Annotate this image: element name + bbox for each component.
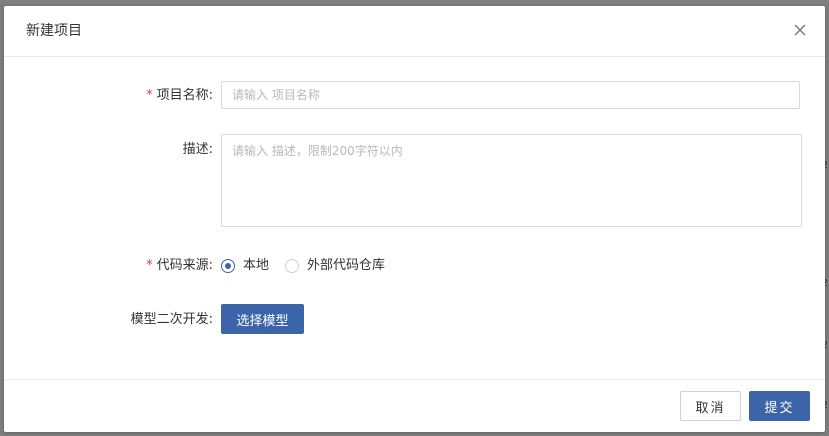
project-name-label-text: 项目名称: bbox=[156, 88, 213, 103]
description-label: 描述: bbox=[182, 142, 213, 157]
radio-unchecked-icon[interactable] bbox=[285, 259, 300, 273]
dialog-header: 新建项目 bbox=[4, 6, 825, 57]
model-dev-label: 模型二次开发: bbox=[130, 312, 213, 327]
code-source-radio-group: 本地 外部代码仓库 bbox=[221, 257, 401, 275]
cancel-button[interactable]: 取消 bbox=[680, 391, 741, 421]
code-source-label: * 代码来源: bbox=[146, 257, 213, 275]
close-icon[interactable] bbox=[793, 23, 807, 37]
radio-label-local: 本地 bbox=[243, 258, 270, 273]
project-name-input[interactable] bbox=[221, 81, 800, 109]
dialog-footer: 取消 提交 bbox=[4, 379, 825, 432]
required-mark: * bbox=[146, 88, 153, 103]
submit-button[interactable]: 提交 bbox=[749, 391, 810, 421]
dialog-title: 新建项目 bbox=[26, 23, 82, 39]
radio-checked-icon[interactable] bbox=[221, 259, 235, 273]
radio-option-external-repo[interactable]: 外部代码仓库 bbox=[285, 257, 385, 275]
select-model-button[interactable]: 选择模型 bbox=[221, 304, 304, 334]
project-name-label: * 项目名称: bbox=[146, 87, 213, 105]
code-source-label-text: 代码来源: bbox=[156, 258, 213, 273]
radio-option-local[interactable]: 本地 bbox=[221, 257, 269, 275]
radio-label-external-repo: 外部代码仓库 bbox=[307, 258, 386, 273]
required-mark: * bbox=[146, 258, 153, 273]
new-project-dialog: 新建项目 *项目名称: 描述: *代码来源: 本地 外部代码仓库 模型二次开发:… bbox=[4, 6, 825, 432]
description-textarea[interactable] bbox=[221, 134, 802, 227]
